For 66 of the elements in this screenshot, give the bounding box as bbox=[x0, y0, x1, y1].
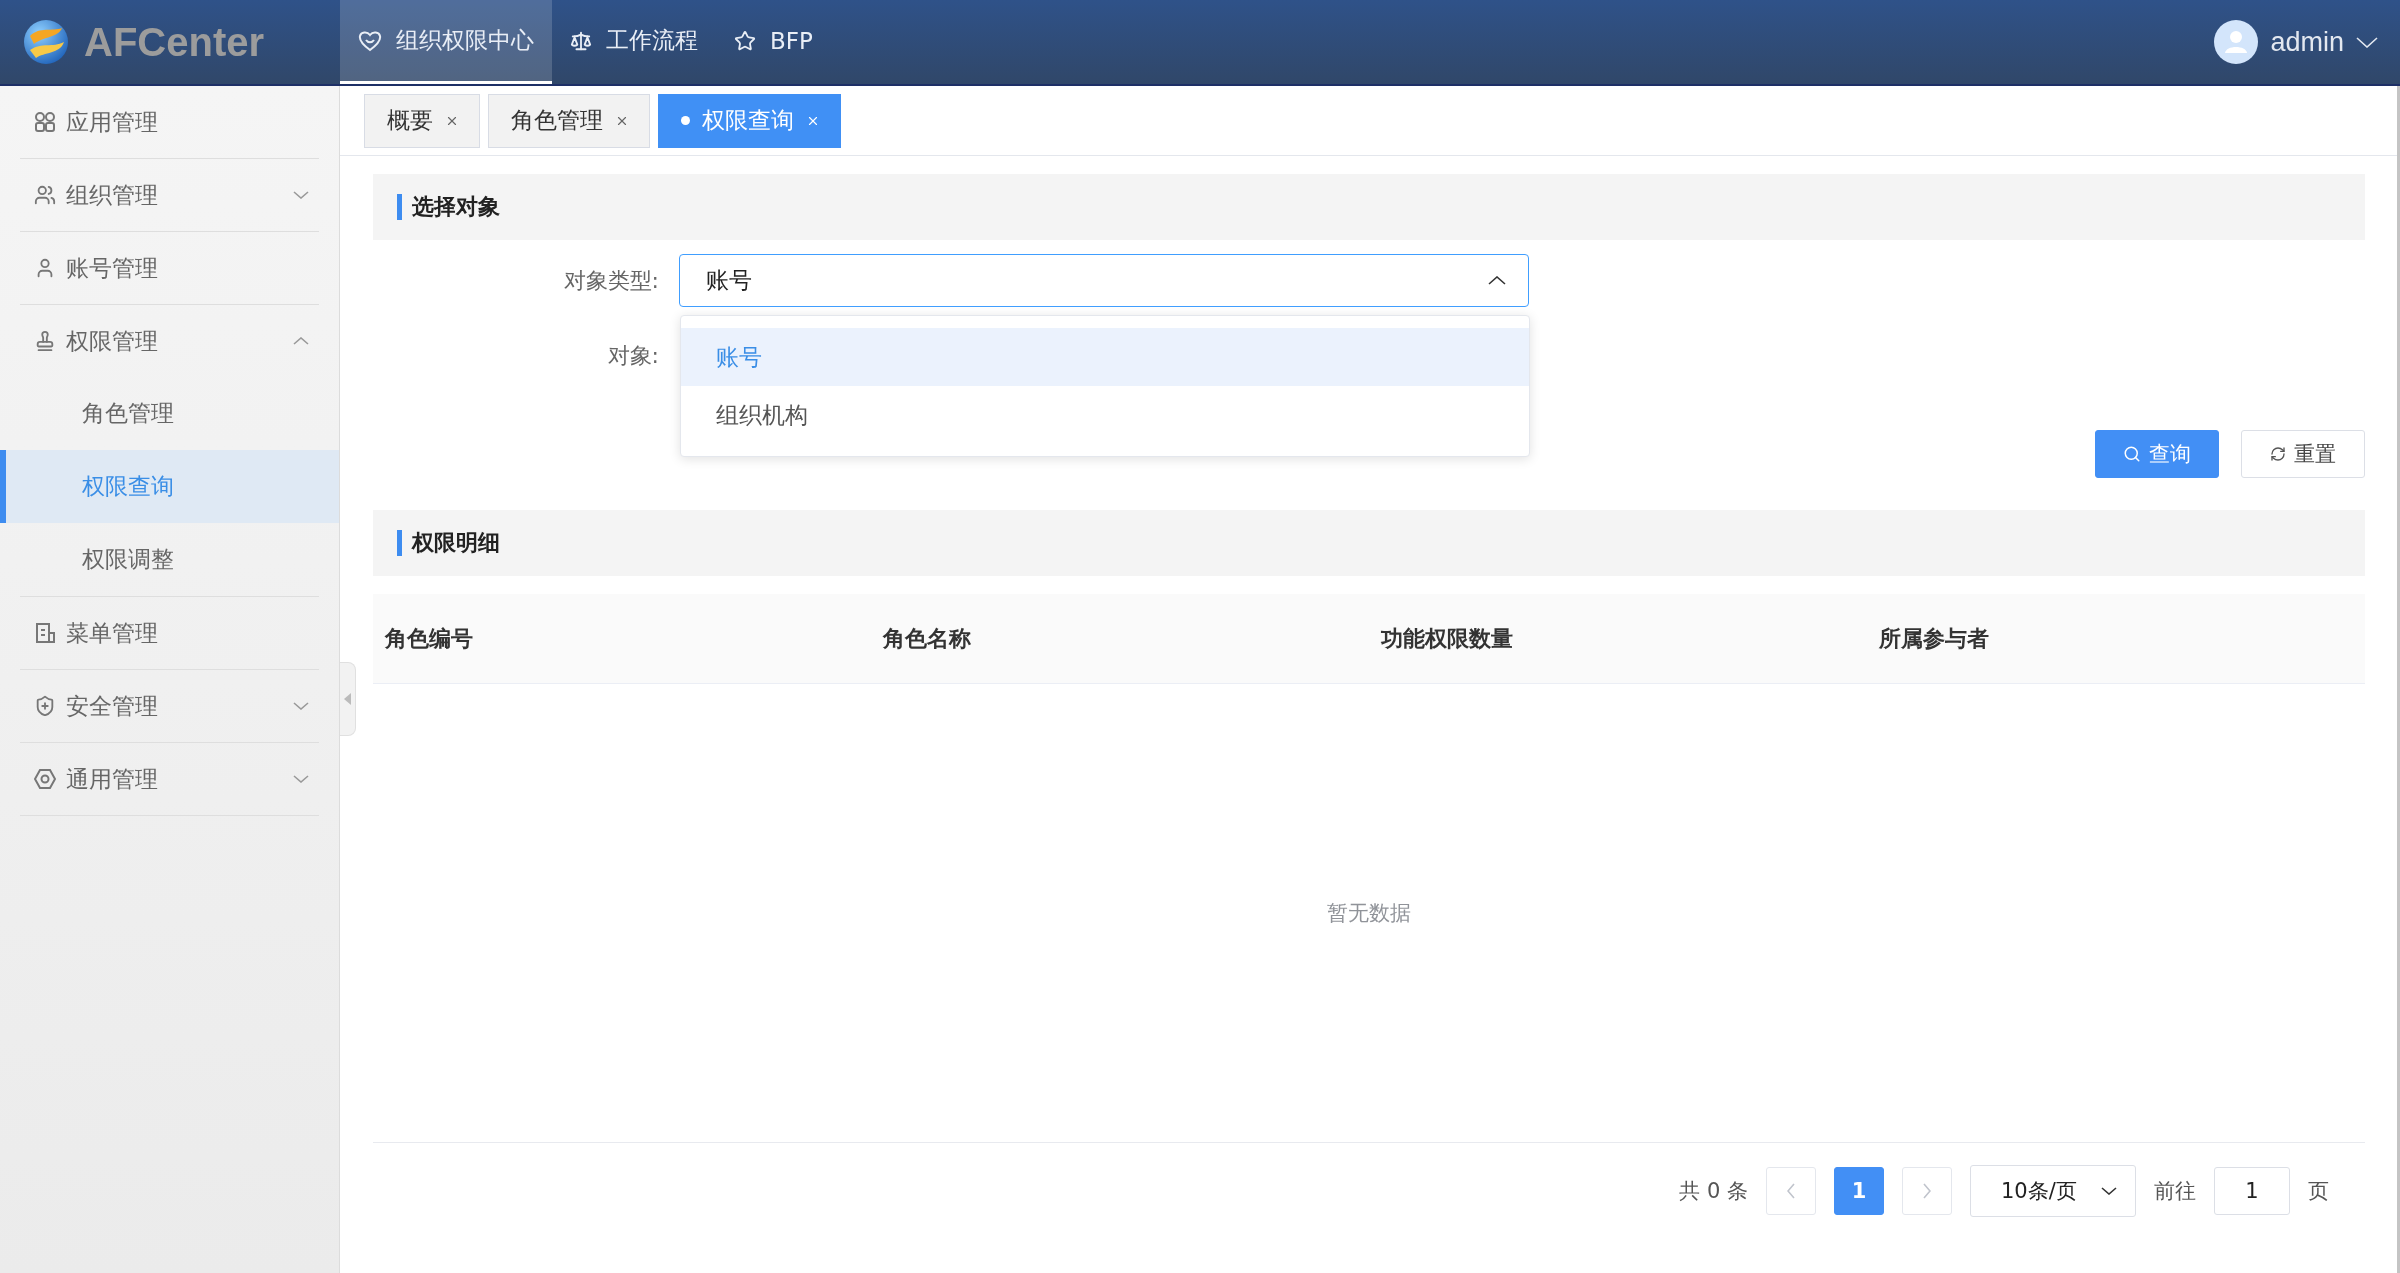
field-label: 对象: bbox=[606, 341, 660, 370]
avatar-icon[interactable] bbox=[2214, 20, 2259, 64]
submenu-item[interactable]: 权限调整 bbox=[0, 523, 339, 596]
nav-item[interactable]: 工作流程 bbox=[552, 0, 716, 84]
submenu-item[interactable]: 角色管理 bbox=[0, 377, 339, 450]
scale-icon bbox=[570, 29, 592, 52]
page-tab[interactable]: 概要 bbox=[364, 93, 480, 148]
sidebar-label: 组织管理 bbox=[66, 180, 159, 210]
column-header: 角色编号 bbox=[383, 624, 474, 653]
sidebar-label: 账号管理 bbox=[66, 253, 159, 283]
page-input[interactable]: 1 bbox=[2214, 1167, 2290, 1215]
total-count: 共 0 条 bbox=[1679, 1178, 1748, 1205]
page-size-select[interactable]: 10条/页 bbox=[1970, 1165, 2136, 1217]
collapse-handle[interactable] bbox=[340, 662, 356, 736]
accent-bar bbox=[397, 530, 402, 556]
sidebar-item[interactable]: 安全管理 bbox=[20, 670, 319, 742]
page-number[interactable]: 1 bbox=[1834, 1167, 1884, 1215]
stamp-icon bbox=[34, 330, 56, 352]
chevron-down-icon[interactable] bbox=[2356, 36, 2378, 48]
app-logo: AFCenter bbox=[84, 19, 265, 65]
chevron-left-icon bbox=[1787, 1183, 1795, 1199]
column-header: 角色名称 bbox=[881, 624, 972, 653]
sidebar-label: 安全管理 bbox=[66, 691, 159, 721]
sidebar-item[interactable]: 权限管理 bbox=[20, 305, 319, 377]
user-name[interactable]: admin bbox=[2270, 26, 2344, 58]
column-header: 所属参与者 bbox=[1878, 624, 1990, 653]
sidebar-item[interactable]: 菜单管理 bbox=[20, 597, 319, 669]
grid-icon bbox=[34, 111, 56, 133]
nav-item[interactable]: 组织权限中心 bbox=[340, 0, 552, 84]
chevron-right-icon bbox=[1923, 1183, 1931, 1199]
users-icon bbox=[34, 184, 56, 206]
logo-icon bbox=[22, 18, 70, 66]
sidebar-label: 权限管理 bbox=[66, 326, 159, 356]
chevron-down-icon bbox=[2101, 1187, 2117, 1195]
refresh-icon bbox=[2270, 446, 2286, 462]
submenu-item[interactable]: 权限查询 bbox=[0, 450, 339, 523]
search-button[interactable]: 查询 bbox=[2095, 430, 2219, 478]
sidebar-item[interactable]: 组织管理 bbox=[20, 159, 319, 231]
field-label: 对象类型: bbox=[562, 266, 660, 295]
page-tab[interactable]: 角色管理 bbox=[488, 93, 650, 148]
accent-bar bbox=[397, 194, 402, 220]
page-unit: 页 bbox=[2308, 1178, 2329, 1205]
sidebar-item[interactable]: 应用管理 bbox=[20, 86, 319, 158]
sidebar-label: 菜单管理 bbox=[66, 618, 159, 648]
chevron-up-icon bbox=[1488, 276, 1506, 285]
sidebar-item[interactable]: 通用管理 bbox=[20, 743, 319, 815]
page-tab[interactable]: 权限查询 bbox=[658, 93, 841, 148]
reset-button[interactable]: 重置 bbox=[2241, 430, 2365, 478]
document-icon bbox=[34, 622, 56, 644]
star-icon bbox=[734, 29, 756, 52]
section-title: 权限明细 bbox=[412, 529, 500, 557]
status-dot bbox=[681, 116, 690, 125]
sidebar-item[interactable]: 账号管理 bbox=[20, 232, 319, 304]
section-title: 选择对象 bbox=[412, 193, 500, 221]
dropdown-option[interactable]: 组织机构 bbox=[681, 386, 1529, 444]
search-icon bbox=[2123, 445, 2141, 463]
empty-message: 暂无数据 bbox=[1327, 900, 1411, 927]
heart-icon bbox=[358, 29, 382, 52]
dropdown-option[interactable]: 账号 bbox=[681, 328, 1529, 386]
hexagon-icon bbox=[34, 768, 56, 790]
column-header: 功能权限数量 bbox=[1380, 624, 1514, 653]
shield-icon bbox=[34, 695, 56, 717]
goto-label: 前往 bbox=[2154, 1178, 2196, 1205]
sidebar-label: 应用管理 bbox=[66, 107, 159, 137]
nav-item[interactable]: BFP bbox=[716, 0, 831, 84]
sidebar-label: 通用管理 bbox=[66, 764, 159, 794]
